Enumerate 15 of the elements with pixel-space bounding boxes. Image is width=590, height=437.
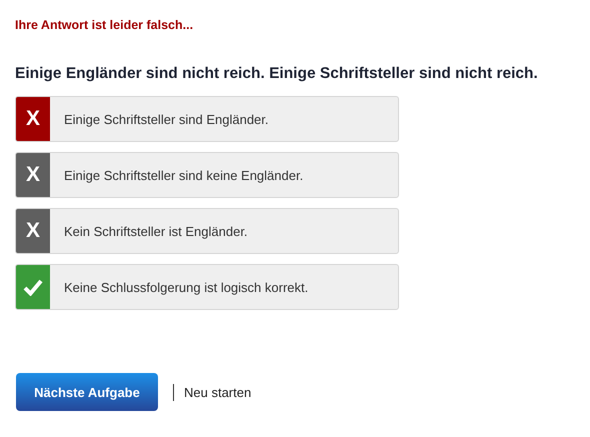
question-text: Einige Engländer sind nicht reich. Einige Schriftsteller sind nicht reich. [15,64,539,84]
cross-mark: X [16,153,50,197]
answer-option[interactable]: Keine Schlussfolgerung ist logisch korrekt. [15,264,399,310]
answer-option[interactable]: X Einige Schriftsteller sind keine Engländer. [15,152,399,198]
answer-option[interactable]: X Einige Schriftsteller sind Engländer. [15,96,399,142]
cross-mark: X [16,209,50,253]
restart-link[interactable]: Neu starten [184,384,252,400]
option-label: Einige Schriftsteller sind keine Engländer. [64,168,304,182]
option-label: Kein Schriftsteller ist Engländer. [64,224,248,238]
feedback-message: Ihre Antwort ist leider falsch... [15,17,194,33]
option-label: Einige Schriftsteller sind Engländer. [64,112,269,126]
answer-option[interactable]: X Kein Schriftsteller ist Engländer. [15,208,399,254]
next-button[interactable]: Nächste Aufgabe [16,373,158,411]
cross-mark: X [16,97,50,141]
option-label: Keine Schlussfolgerung ist logisch korrekt. [64,280,308,294]
